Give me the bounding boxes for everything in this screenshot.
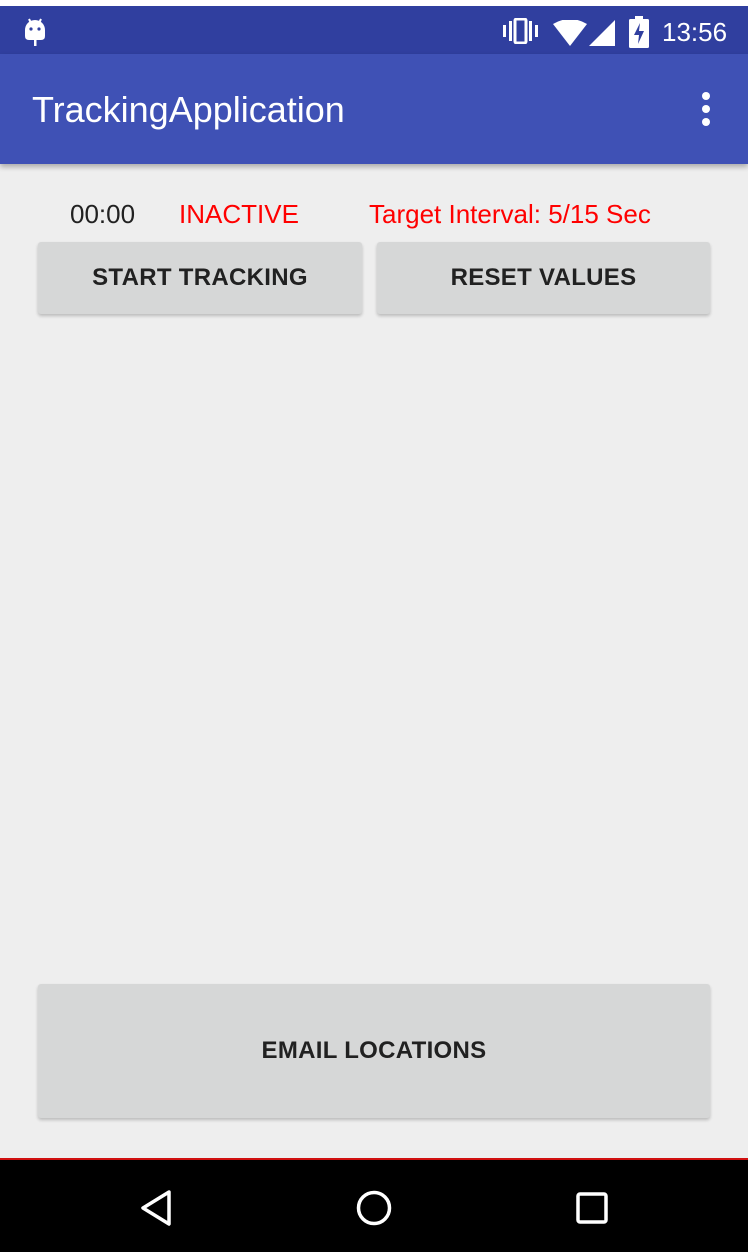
app-screen: 13:56 TrackingApplication 00:00 INACTIVE… [0, 0, 748, 1255]
start-tracking-button[interactable]: START TRACKING [38, 242, 362, 314]
back-icon[interactable] [138, 1188, 174, 1228]
home-icon[interactable] [354, 1188, 394, 1228]
recents-icon[interactable] [574, 1188, 610, 1228]
status-bar: 13:56 [0, 6, 748, 54]
email-locations-button[interactable]: EMAIL LOCATIONS [38, 984, 710, 1118]
app-title: TrackingApplication [32, 89, 345, 130]
tracking-info-row: 00:00 INACTIVE Target Interval: 5/15 Sec [0, 196, 748, 232]
vibrate-icon [503, 18, 538, 44]
app-bar: TrackingApplication [0, 54, 748, 164]
android-debug-icon [25, 18, 45, 46]
cell-signal-icon [589, 20, 615, 46]
status-clock: 13:56 [662, 17, 728, 47]
reset-values-button[interactable]: RESET VALUES [377, 242, 710, 314]
elapsed-timer: 00:00 [70, 199, 136, 229]
target-interval-label: Target Interval: 5/15 Sec [369, 199, 651, 229]
tracking-state-label: INACTIVE [179, 199, 299, 229]
battery-charging-icon [629, 16, 649, 48]
navigation-bar [0, 1158, 748, 1255]
overflow-menu-icon[interactable] [694, 90, 718, 130]
wifi-icon [553, 20, 587, 46]
